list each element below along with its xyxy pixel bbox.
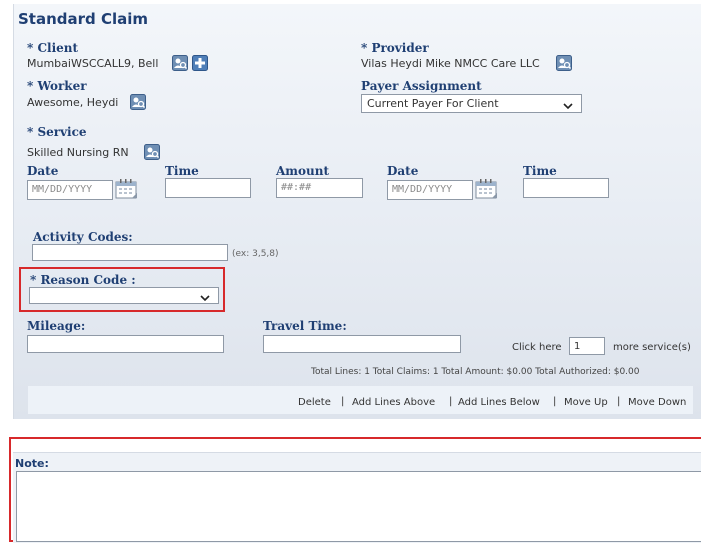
activity-codes-label: Activity Codes: [33,230,133,244]
totals-summary: Total Lines: 1 Total Claims: 1 Total Amo… [311,367,640,377]
travel-time-label: Travel Time: [263,319,347,333]
more-services-count-input[interactable]: 1 [569,337,605,355]
end-time-input[interactable] [523,178,609,198]
separator: | [449,396,453,407]
start-time-label: Time [165,164,199,178]
client-label: * Client [27,41,79,55]
payer-assignment-label: Payer Assignment [361,79,482,93]
start-date-label: Date [27,164,59,178]
client-lookup-icon[interactable] [172,55,188,71]
reason-code-label: * Reason Code : [30,273,136,287]
start-time-input[interactable] [165,178,251,198]
mileage-input[interactable] [27,335,224,353]
mileage-label: Mileage: [27,319,86,333]
worker-lookup-icon[interactable] [130,94,146,110]
worker-label: * Worker [27,79,87,93]
end-time-label: Time [523,164,557,178]
provider-value: Vilas Heydi Mike NMCC Care LLC [361,57,540,70]
client-value: MumbaiWSCCALL9, Bell [27,57,159,70]
activity-codes-hint: (ex: 3,5,8) [232,249,279,259]
end-date-input[interactable]: MM/DD/YYYY [387,180,473,200]
amount-input[interactable]: ##:## [276,178,363,198]
start-date-calendar-icon[interactable] [115,178,139,199]
end-date-label: Date [387,164,419,178]
reason-code-select[interactable] [29,287,219,304]
activity-codes-input[interactable] [32,244,228,261]
travel-time-input[interactable] [263,335,461,353]
click-here-link[interactable]: Click here [512,342,562,353]
chevron-down-icon [200,292,210,305]
move-up-link[interactable]: Move Up [564,397,608,408]
payer-assignment-value: Current Payer For Client [367,97,499,110]
payer-assignment-select[interactable]: Current Payer For Client [361,94,582,113]
add-lines-above-link[interactable]: Add Lines Above [352,397,435,408]
end-date-calendar-icon[interactable] [475,178,499,199]
move-down-link[interactable]: Move Down [628,397,686,408]
note-label: Note: [15,457,49,470]
service-lookup-icon[interactable] [144,144,160,160]
note-textarea[interactable] [16,471,701,542]
provider-label: * Provider [361,41,429,55]
delete-link[interactable]: Delete [298,397,331,408]
service-label: * Service [27,125,87,139]
chevron-down-icon [563,100,573,113]
service-value: Skilled Nursing RN [27,146,129,159]
provider-lookup-icon[interactable] [556,55,572,71]
client-add-icon[interactable] [192,55,208,71]
add-lines-below-link[interactable]: Add Lines Below [458,397,540,408]
separator: | [617,396,621,407]
more-services-label: more service(s) [613,342,691,353]
separator: | [341,396,345,407]
form-title: Standard Claim [18,10,149,28]
amount-label: Amount [276,164,330,178]
separator: | [553,396,557,407]
worker-value: Awesome, Heydi [27,96,119,109]
start-date-input[interactable]: MM/DD/YYYY [27,180,113,200]
